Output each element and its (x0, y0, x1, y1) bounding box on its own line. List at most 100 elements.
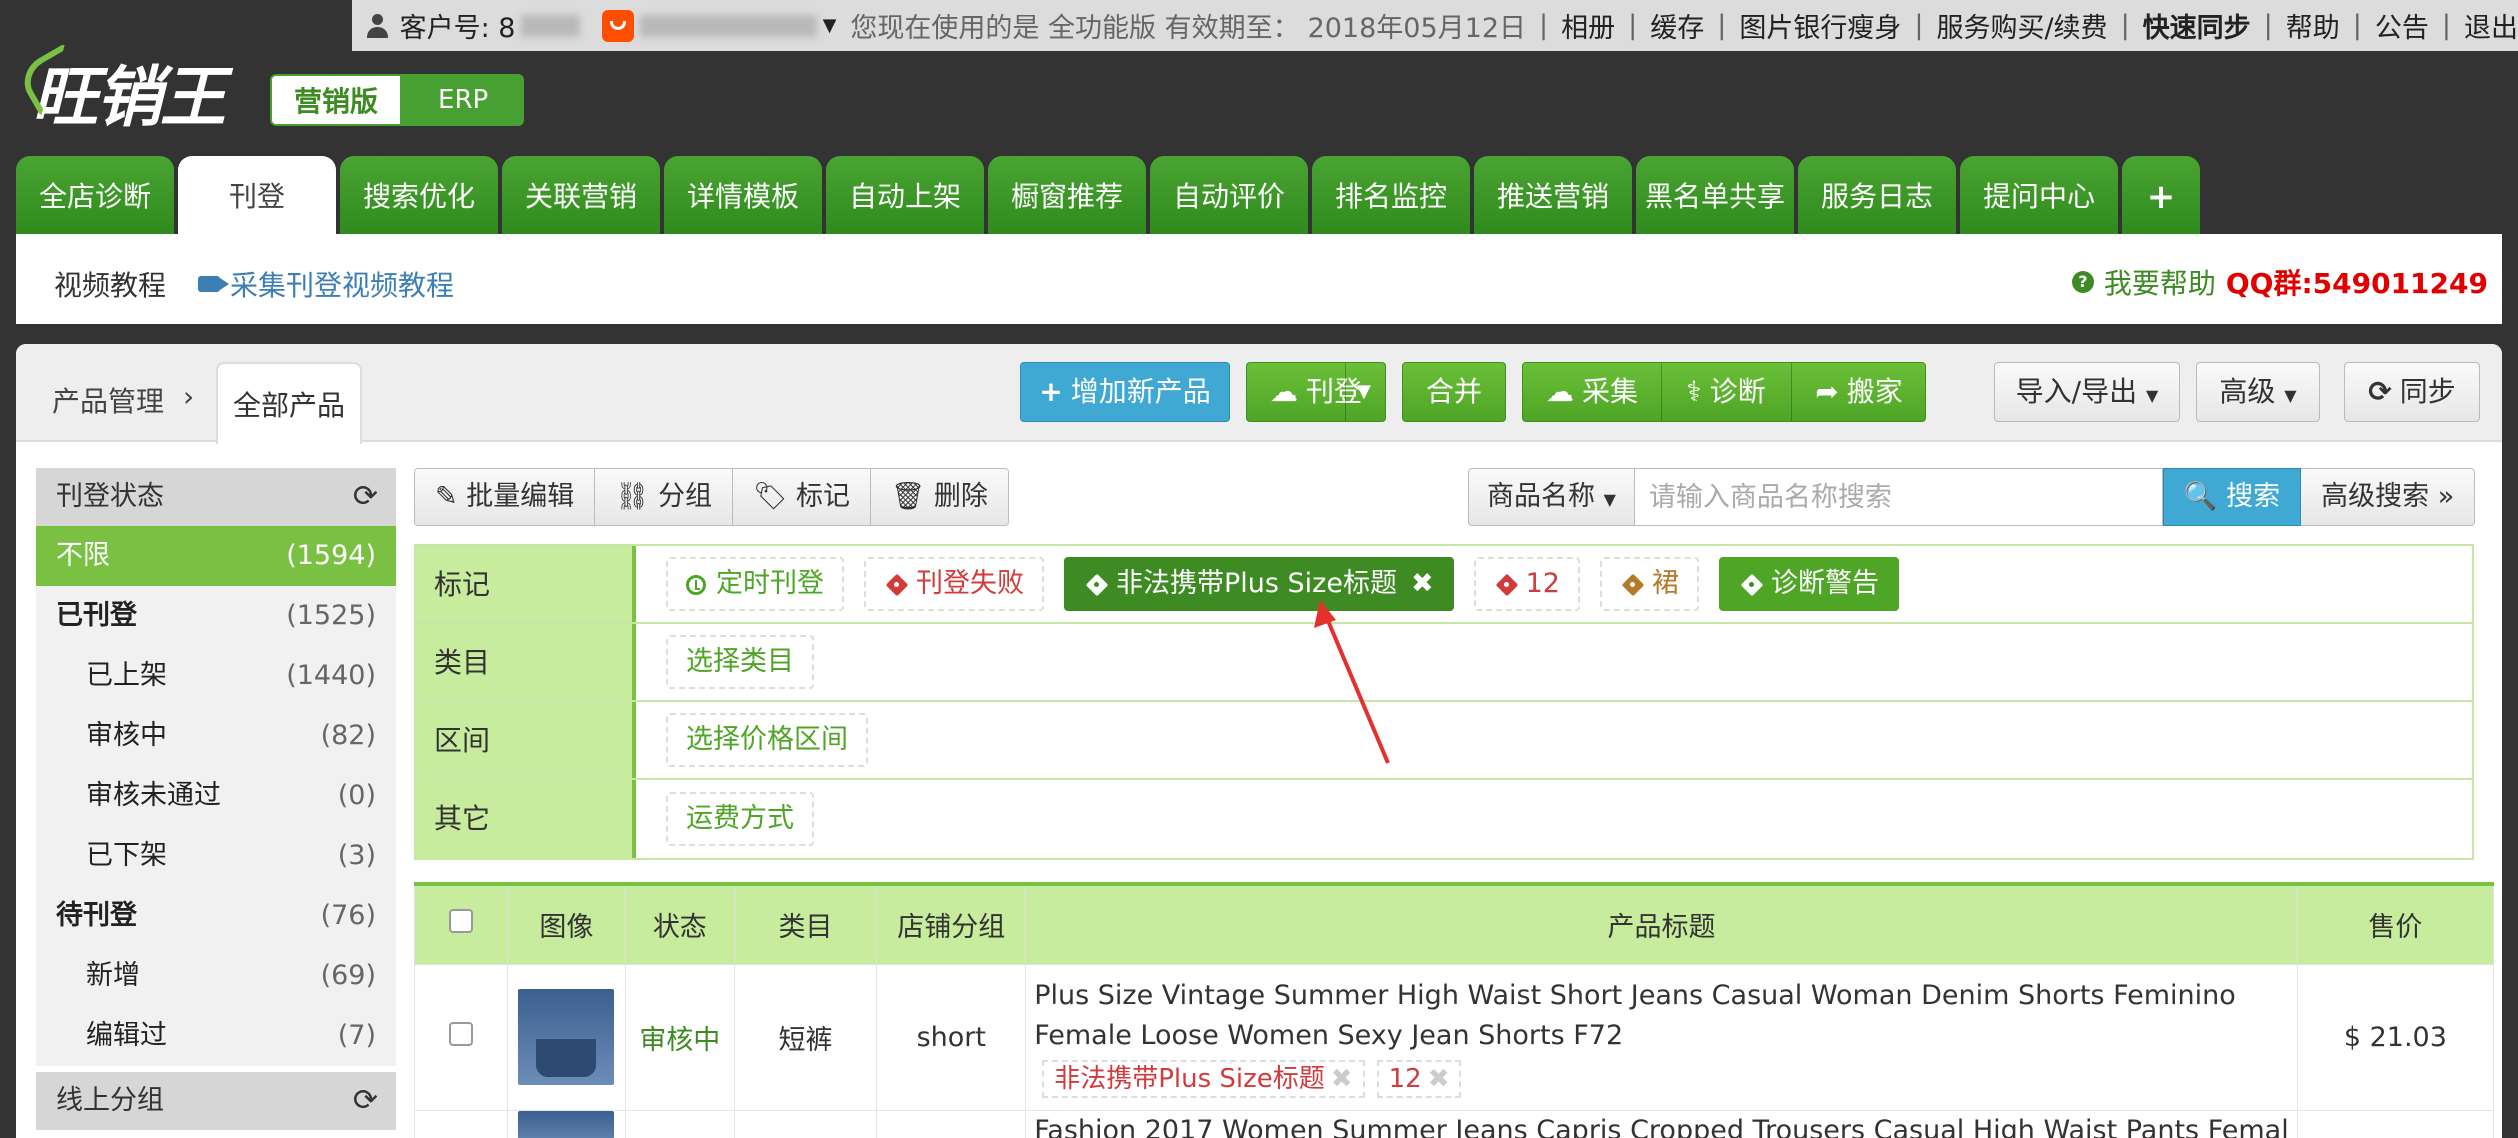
refresh-icon[interactable]: ⟳ (353, 468, 378, 526)
merge-button[interactable]: 合并 (1402, 362, 1506, 422)
app-logo[interactable]: 旺销王 (14, 42, 226, 136)
table-row[interactable]: Fashion 2017 Women Summer Jeans Capris C… (414, 1109, 2495, 1138)
mark-chip-12[interactable]: 12 (1473, 557, 1580, 611)
col-product-title[interactable]: 产品标题 (1025, 882, 2298, 965)
col-status[interactable]: 状态 (625, 882, 735, 965)
tab-push-marketing[interactable]: 推送营销 (1474, 156, 1632, 234)
caret-down-icon: ▼ (1603, 490, 1616, 509)
link-album[interactable]: 相册 (1561, 6, 1615, 45)
tab-detail-template[interactable]: 详情模板 (664, 156, 822, 234)
tab-store-diagnosis[interactable]: 全店诊断 (16, 156, 174, 234)
tab-service-log[interactable]: 服务日志 (1798, 156, 1956, 234)
col-category[interactable]: 类目 (733, 882, 878, 965)
collect-diagnose-move-group: ☁ 采集 ⚕ 诊断 ➦ 搬家 (1522, 362, 1926, 422)
chevron-down-icon[interactable]: ▼ (823, 15, 837, 36)
sidebar-item-published[interactable]: 已刊登 (1525) (36, 586, 396, 646)
import-export-button[interactable]: 导入/导出 ▼ (1994, 362, 2180, 422)
search-input[interactable] (1634, 468, 2163, 526)
sidebar-item-pending[interactable]: 待刊登 (76) (36, 886, 396, 946)
mark-chip-scheduled[interactable]: 定时刊登 (666, 557, 844, 611)
link-cache[interactable]: 缓存 (1650, 6, 1704, 45)
tab-publish[interactable]: 刊登 (178, 156, 336, 238)
link-notice[interactable]: 公告 (2375, 6, 2429, 45)
cloud-upload-icon: ☁ (1269, 375, 1298, 408)
close-icon[interactable]: ✖ (1411, 568, 1434, 599)
table-header-row: 图像 状态 类目 店铺分组 产品标题 售价 (414, 882, 2495, 965)
add-product-button[interactable]: + 增加新产品 (1020, 362, 1230, 422)
product-thumbnail[interactable] (518, 1110, 615, 1138)
mark-chip-failed[interactable]: 刊登失败 (864, 557, 1044, 611)
tab-auto-listing[interactable]: 自动上架 (826, 156, 984, 234)
move-button[interactable]: ➦ 搬家 (1791, 363, 1927, 421)
plus-icon: + (1039, 375, 1063, 408)
select-all-cell (414, 882, 508, 965)
shipping-method-chip[interactable]: 运费方式 (666, 792, 814, 846)
sidebar-item-off-shelf[interactable]: 已下架 (3) (36, 826, 396, 886)
sync-button[interactable]: ⟳ 同步 (2344, 362, 2480, 422)
breadcrumb-product-management[interactable]: 产品管理 (52, 380, 164, 420)
sidebar-item-all[interactable]: 不限 (1594) (36, 526, 396, 586)
tab-blacklist[interactable]: 黑名单共享 (1636, 156, 1794, 234)
row-product-title[interactable]: Fashion 2017 Women Summer Jeans Capris C… (1025, 1109, 2298, 1138)
select-category-chip[interactable]: 选择类目 (666, 635, 814, 689)
col-price[interactable]: 售价 (2296, 882, 2495, 965)
close-icon[interactable]: ✖ (1428, 1064, 1450, 1094)
col-image[interactable]: 图像 (506, 882, 627, 965)
row-tag-12[interactable]: 12 ✖ (1376, 1059, 1462, 1098)
group-button[interactable]: ⛓ 分组 (595, 469, 734, 525)
tab-auto-review[interactable]: 自动评价 (1150, 156, 1308, 234)
sidebar-item-on-shelf[interactable]: 已上架 (1440) (36, 646, 396, 706)
product-thumbnail[interactable] (518, 989, 615, 1085)
sub-bar: 视频教程 采集刊登视频教程 ? 我要帮助 QQ群:549011249 (16, 234, 2502, 324)
advanced-search-button[interactable]: 高级搜索 » (2301, 468, 2476, 526)
tab-search-optimize[interactable]: 搜索优化 (340, 156, 498, 234)
search-field-select[interactable]: 商品名称 ▼ (1468, 468, 1635, 526)
tab-rank-monitor[interactable]: 排名监控 (1312, 156, 1470, 234)
select-price-range-chip[interactable]: 选择价格区间 (666, 713, 868, 767)
link-purchase[interactable]: 服务购买/续费 (1936, 6, 2107, 45)
edition-marketing-button[interactable]: 营销版 (270, 74, 403, 126)
mark-chip-skirt[interactable]: 裙 (1599, 557, 1699, 611)
row-tag-plus-size[interactable]: 非法携带Plus Size标题 ✖ (1042, 1059, 1365, 1098)
mark-chip-diagnose-warning[interactable]: 诊断警告 (1718, 557, 1899, 611)
sidebar-item-new[interactable]: 新增 (69) (36, 946, 396, 1006)
row-product-title[interactable]: Plus Size Vintage Summer High Waist Shor… (1034, 976, 2289, 1056)
sidebar-item-reviewing[interactable]: 审核中 (82) (36, 706, 396, 766)
refresh-icon[interactable]: ⟳ (353, 1072, 378, 1130)
select-all-checkbox[interactable] (448, 909, 473, 934)
collect-button[interactable]: ☁ 采集 (1523, 363, 1661, 421)
edition-toggle[interactable]: 营销版 ERP (270, 74, 525, 126)
product-table: 图像 状态 类目 店铺分组 产品标题 售价 审核中 短裤 short Plus … (414, 882, 2495, 1138)
batch-edit-button[interactable]: ✎ 批量编辑 (415, 469, 596, 525)
link-logout[interactable]: 退出 (2464, 6, 2518, 45)
row-checkbox[interactable] (448, 1021, 473, 1046)
share-arrow-icon: ➦ (1815, 375, 1839, 408)
col-store-group[interactable]: 店铺分组 (876, 882, 1027, 965)
search-button[interactable]: 🔍 搜索 (2162, 468, 2302, 526)
publish-button[interactable]: ☁ 刊登 ▼ (1246, 362, 1386, 422)
edition-erp-button[interactable]: ERP (402, 74, 525, 126)
tab-related-marketing[interactable]: 关联营销 (502, 156, 660, 234)
link-help[interactable]: 帮助 (2286, 6, 2340, 45)
sidebar-item-edited[interactable]: 编辑过 (7) (36, 1006, 396, 1066)
sidebar-status-header: 刊登状态 ⟳ (36, 468, 396, 526)
filter-row-other: 其它 运费方式 (416, 780, 2472, 858)
redacted-shop-name[interactable] (639, 14, 817, 37)
diagnose-button[interactable]: ⚕ 诊断 (1661, 363, 1791, 421)
tab-question-center[interactable]: 提问中心 (1960, 156, 2118, 234)
link-quick-sync[interactable]: 快速同步 (2143, 6, 2251, 45)
caret-down-icon: ▼ (2146, 386, 2159, 405)
tab-add[interactable]: + (2122, 156, 2200, 234)
breadcrumb-all-products[interactable]: 全部产品 (216, 362, 362, 444)
advanced-button[interactable]: 高级 ▼ (2196, 362, 2320, 422)
table-row[interactable]: 审核中 短裤 short Plus Size Vintage Summer Hi… (414, 963, 2495, 1111)
sidebar-item-rejected[interactable]: 审核未通过 (0) (36, 766, 396, 826)
link-image-bank-slim[interactable]: 图片银行瘦身 (1739, 6, 1901, 45)
caret-down-icon[interactable]: ▼ (1357, 363, 1371, 421)
tab-showcase[interactable]: 橱窗推荐 (988, 156, 1146, 234)
delete-button[interactable]: 🗑 删除 (870, 469, 1008, 525)
help-link[interactable]: 我要帮助 (2104, 262, 2216, 302)
close-icon[interactable]: ✖ (1331, 1064, 1353, 1094)
video-tutorial-link[interactable]: 采集刊登视频教程 (198, 264, 454, 304)
mark-button[interactable]: 🏷 标记 (733, 469, 871, 525)
